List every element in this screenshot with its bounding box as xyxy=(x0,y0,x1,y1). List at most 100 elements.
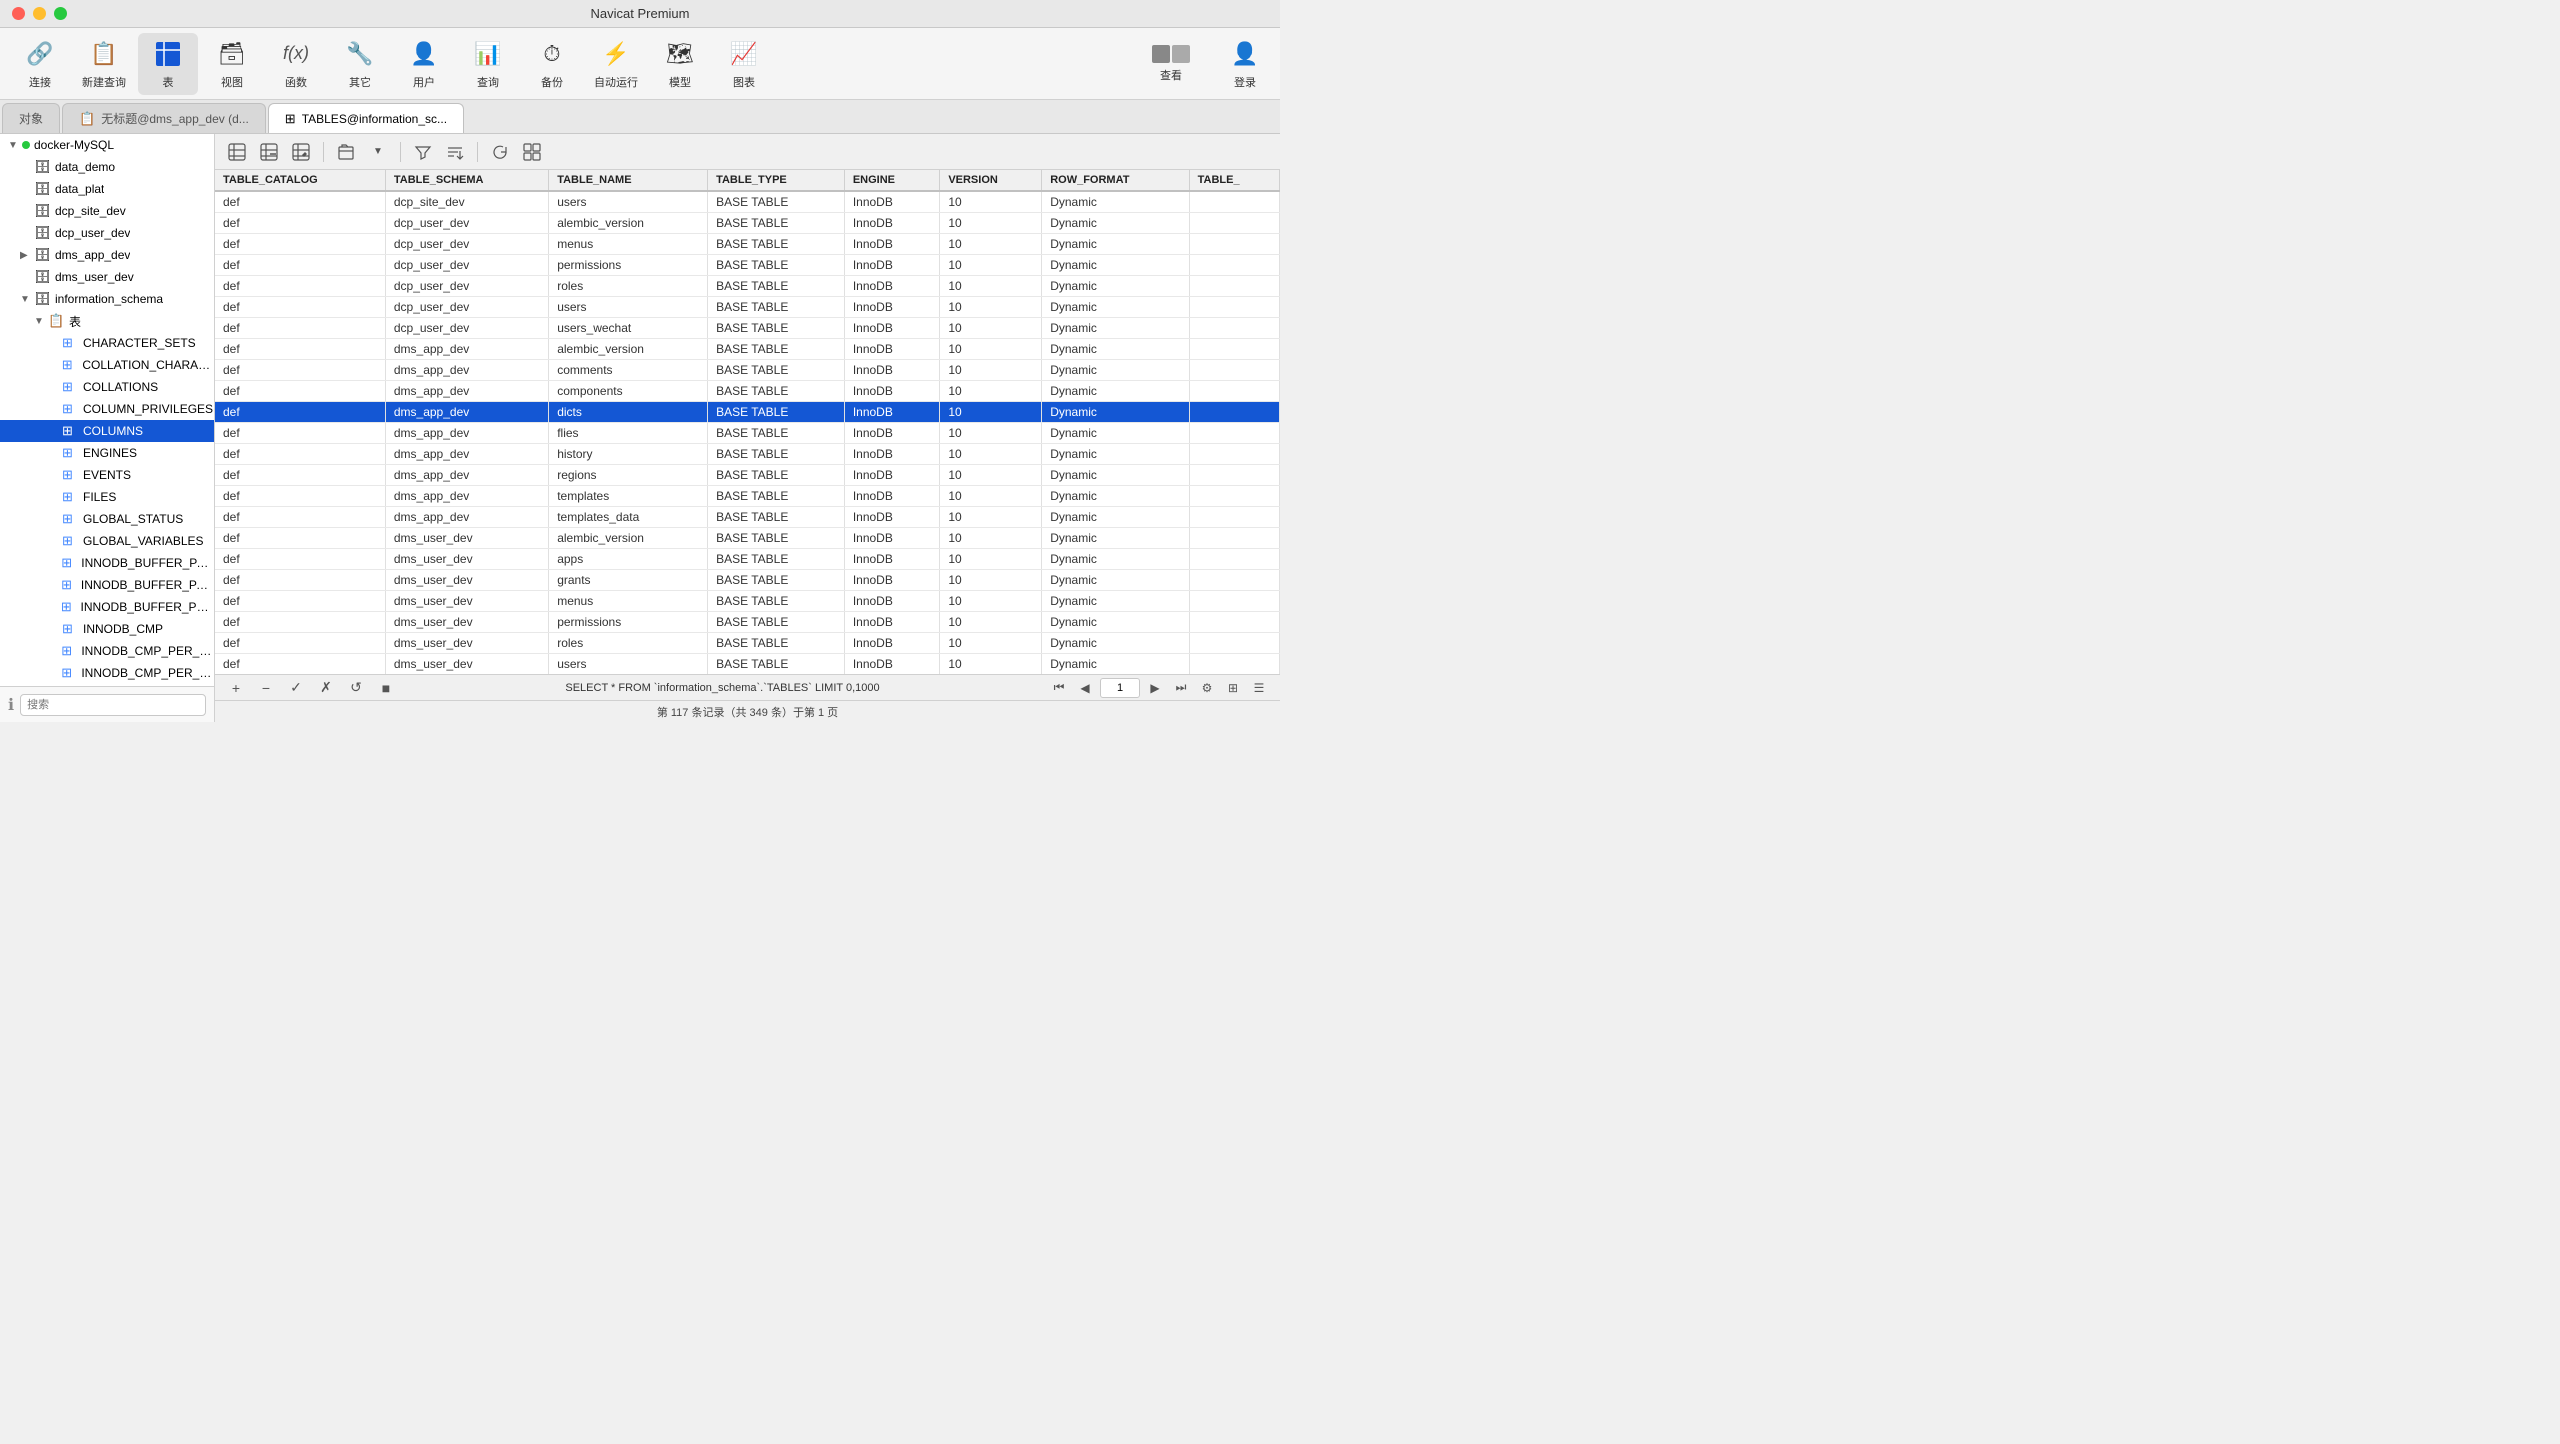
sidebar-item-CHARACTER_SETS[interactable]: ⊞ CHARACTER_SETS xyxy=(0,332,214,354)
backup-button[interactable]: ⏱ 备份 xyxy=(522,33,582,95)
open-file-button[interactable] xyxy=(332,139,360,165)
table-row[interactable]: defdcp_user_devalembic_versionBASE TABLE… xyxy=(215,213,1280,234)
table-row[interactable]: defdms_user_devgrantsBASE TABLEInnoDB10D… xyxy=(215,570,1280,591)
col-header-version[interactable]: VERSION xyxy=(940,170,1042,191)
other-button[interactable]: 🔧 其它 xyxy=(330,33,390,95)
sidebar-item-information_schema[interactable]: ▼ 🗄 information_schema xyxy=(0,288,214,310)
tab-untitled[interactable]: 📋 无标题@dms_app_dev (d... xyxy=(62,103,266,133)
next-page-button[interactable]: ▶ xyxy=(1144,677,1166,699)
sidebar-item-INNODB_BUFFER_PAGE[interactable]: ⊞ INNODB_BUFFER_PAGE xyxy=(0,552,214,574)
maximize-button[interactable] xyxy=(54,7,67,20)
confirm-button[interactable]: ✓ xyxy=(285,677,307,699)
prev-page-button[interactable]: ◀ xyxy=(1074,677,1096,699)
user-button[interactable]: 👤 用户 xyxy=(394,33,454,95)
table-row[interactable]: defdms_app_devalembic_versionBASE TABLEI… xyxy=(215,339,1280,360)
col-header-table-name[interactable]: TABLE_NAME xyxy=(549,170,708,191)
view-button[interactable]: 🗃 视图 xyxy=(202,33,262,95)
tab-objects[interactable]: 对象 xyxy=(2,103,60,133)
sidebar-item-dcp_site_dev[interactable]: 🗄 dcp_site_dev xyxy=(0,200,214,222)
sidebar-item-dcp_user_dev[interactable]: 🗄 dcp_user_dev xyxy=(0,222,214,244)
sidebar-item-INNODB_CMP_PER_IN2[interactable]: ⊞ INNODB_CMP_PER_IN... xyxy=(0,662,214,684)
edit-row-button[interactable] xyxy=(287,139,315,165)
query-button[interactable]: 📊 查询 xyxy=(458,33,518,95)
page-number-input[interactable] xyxy=(1100,678,1140,698)
autorun-button[interactable]: ⚡ 自动运行 xyxy=(586,33,646,95)
table-row[interactable]: defdms_app_devhistoryBASE TABLEInnoDB10D… xyxy=(215,444,1280,465)
sidebar-item-COLUMN_PRIVILEGES[interactable]: ⊞ COLUMN_PRIVILEGES xyxy=(0,398,214,420)
table-row[interactable]: defdms_app_devdictsBASE TABLEInnoDB10Dyn… xyxy=(215,402,1280,423)
minimize-button[interactable] xyxy=(33,7,46,20)
table-row[interactable]: defdcp_user_devmenusBASE TABLEInnoDB10Dy… xyxy=(215,234,1280,255)
sidebar-item-FILES[interactable]: ⊞ FILES xyxy=(0,486,214,508)
sidebar-item-INNODB_BUFFER_PAG2[interactable]: ⊞ INNODB_BUFFER_PAG... xyxy=(0,574,214,596)
add-row-button[interactable] xyxy=(223,139,251,165)
table-row[interactable]: defdms_user_devrolesBASE TABLEInnoDB10Dy… xyxy=(215,633,1280,654)
table-row[interactable]: defdcp_user_devpermissionsBASE TABLEInno… xyxy=(215,255,1280,276)
sidebar-item-dms_app_dev[interactable]: ▶ 🗄 dms_app_dev xyxy=(0,244,214,266)
sidebar-item-INNODB_BUFFER_POO[interactable]: ⊞ INNODB_BUFFER_POO... xyxy=(0,596,214,618)
table-row[interactable]: defdms_user_devpermissionsBASE TABLEInno… xyxy=(215,612,1280,633)
last-page-button[interactable]: ⏭ xyxy=(1170,677,1192,699)
table-row[interactable]: defdms_app_devfliesBASE TABLEInnoDB10Dyn… xyxy=(215,423,1280,444)
col-header-table-extra[interactable]: TABLE_ xyxy=(1189,170,1279,191)
col-header-row-format[interactable]: ROW_FORMAT xyxy=(1042,170,1189,191)
connect-button[interactable]: 🔗 连接 xyxy=(10,33,70,95)
new-query-button[interactable]: 📋 新建查询 xyxy=(74,33,134,95)
login-button[interactable]: 👤 登录 xyxy=(1220,33,1270,95)
col-header-table-type[interactable]: TABLE_TYPE xyxy=(708,170,845,191)
sidebar-item-connection[interactable]: ▼ docker-MySQL xyxy=(0,134,214,156)
sidebar-item-GLOBAL_VARIABLES[interactable]: ⊞ GLOBAL_VARIABLES xyxy=(0,530,214,552)
delete-row-button[interactable] xyxy=(255,139,283,165)
stop-button[interactable]: ■ xyxy=(375,677,397,699)
col-header-table-schema[interactable]: TABLE_SCHEMA xyxy=(385,170,548,191)
sidebar-item-EVENTS[interactable]: ⊞ EVENTS xyxy=(0,464,214,486)
table-row[interactable]: defdms_app_devtemplatesBASE TABLEInnoDB1… xyxy=(215,486,1280,507)
sidebar-item-COLLATIONS[interactable]: ⊞ COLLATIONS xyxy=(0,376,214,398)
sidebar-item-COLLATION_CHARAC[interactable]: ⊞ COLLATION_CHARAC... xyxy=(0,354,214,376)
sidebar-item-data_plat[interactable]: 🗄 data_plat xyxy=(0,178,214,200)
sidebar-item-tables-node[interactable]: ▼ 📋 表 xyxy=(0,310,214,332)
refresh-button[interactable] xyxy=(486,139,514,165)
first-page-button[interactable]: ⏮ xyxy=(1048,677,1070,699)
table-row[interactable]: defdcp_user_devusersBASE TABLEInnoDB10Dy… xyxy=(215,297,1280,318)
table-row[interactable]: defdcp_site_devusersBASE TABLEInnoDB10Dy… xyxy=(215,191,1280,213)
settings-button[interactable]: ⚙ xyxy=(1196,677,1218,699)
col-header-table-catalog[interactable]: TABLE_CATALOG xyxy=(215,170,385,191)
sidebar-item-INNODB_CMP[interactable]: ⊞ INNODB_CMP xyxy=(0,618,214,640)
model-button[interactable]: 🗺 模型 xyxy=(650,33,710,95)
tab-tables[interactable]: ⊞ TABLES@information_sc... xyxy=(268,103,464,133)
table-row[interactable]: defdms_app_devtemplates_dataBASE TABLEIn… xyxy=(215,507,1280,528)
sidebar-item-GLOBAL_STATUS[interactable]: ⊞ GLOBAL_STATUS xyxy=(0,508,214,530)
table-row[interactable]: defdms_app_devcommentsBASE TABLEInnoDB10… xyxy=(215,360,1280,381)
search-input[interactable] xyxy=(20,694,206,716)
grid-status-button[interactable]: ⊞ xyxy=(1222,677,1244,699)
add-record-button[interactable]: + xyxy=(225,677,247,699)
table-row[interactable]: defdms_app_devcomponentsBASE TABLEInnoDB… xyxy=(215,381,1280,402)
sidebar-item-ENGINES[interactable]: ⊞ ENGINES xyxy=(0,442,214,464)
form-status-button[interactable]: ☰ xyxy=(1248,677,1270,699)
grid-view-button[interactable] xyxy=(518,139,546,165)
table-row[interactable]: defdms_app_devregionsBASE TABLEInnoDB10D… xyxy=(215,465,1280,486)
function-button[interactable]: f(x) 函数 xyxy=(266,33,326,95)
dropdown-button[interactable]: ▼ xyxy=(364,139,392,165)
close-button[interactable] xyxy=(12,7,25,20)
filter-button[interactable] xyxy=(409,139,437,165)
chart-button[interactable]: 📈 图表 xyxy=(714,33,774,95)
sort-button[interactable] xyxy=(441,139,469,165)
table-row[interactable]: defdms_user_devmenusBASE TABLEInnoDB10Dy… xyxy=(215,591,1280,612)
sidebar-item-data_demo[interactable]: 🗄 data_demo xyxy=(0,156,214,178)
cancel-button[interactable]: ✗ xyxy=(315,677,337,699)
table-row[interactable]: defdcp_user_devrolesBASE TABLEInnoDB10Dy… xyxy=(215,276,1280,297)
table-button[interactable]: 表 xyxy=(138,33,198,95)
table-row[interactable]: defdms_user_devusersBASE TABLEInnoDB10Dy… xyxy=(215,654,1280,675)
sidebar-item-COLUMNS[interactable]: ⊞ COLUMNS xyxy=(0,420,214,442)
sidebar-item-dms_user_dev[interactable]: 🗄 dms_user_dev xyxy=(0,266,214,288)
delete-record-button[interactable]: − xyxy=(255,677,277,699)
table-row[interactable]: defdcp_user_devusers_wechatBASE TABLEInn… xyxy=(215,318,1280,339)
table-row[interactable]: defdms_user_devappsBASE TABLEInnoDB10Dyn… xyxy=(215,549,1280,570)
refresh-status-button[interactable]: ↺ xyxy=(345,677,367,699)
table-row[interactable]: defdms_user_devalembic_versionBASE TABLE… xyxy=(215,528,1280,549)
view-toggle-button[interactable]: 查看 xyxy=(1146,33,1196,95)
sidebar-item-INNODB_CMP_PER_IN[interactable]: ⊞ INNODB_CMP_PER_IN... xyxy=(0,640,214,662)
col-header-engine[interactable]: ENGINE xyxy=(844,170,940,191)
